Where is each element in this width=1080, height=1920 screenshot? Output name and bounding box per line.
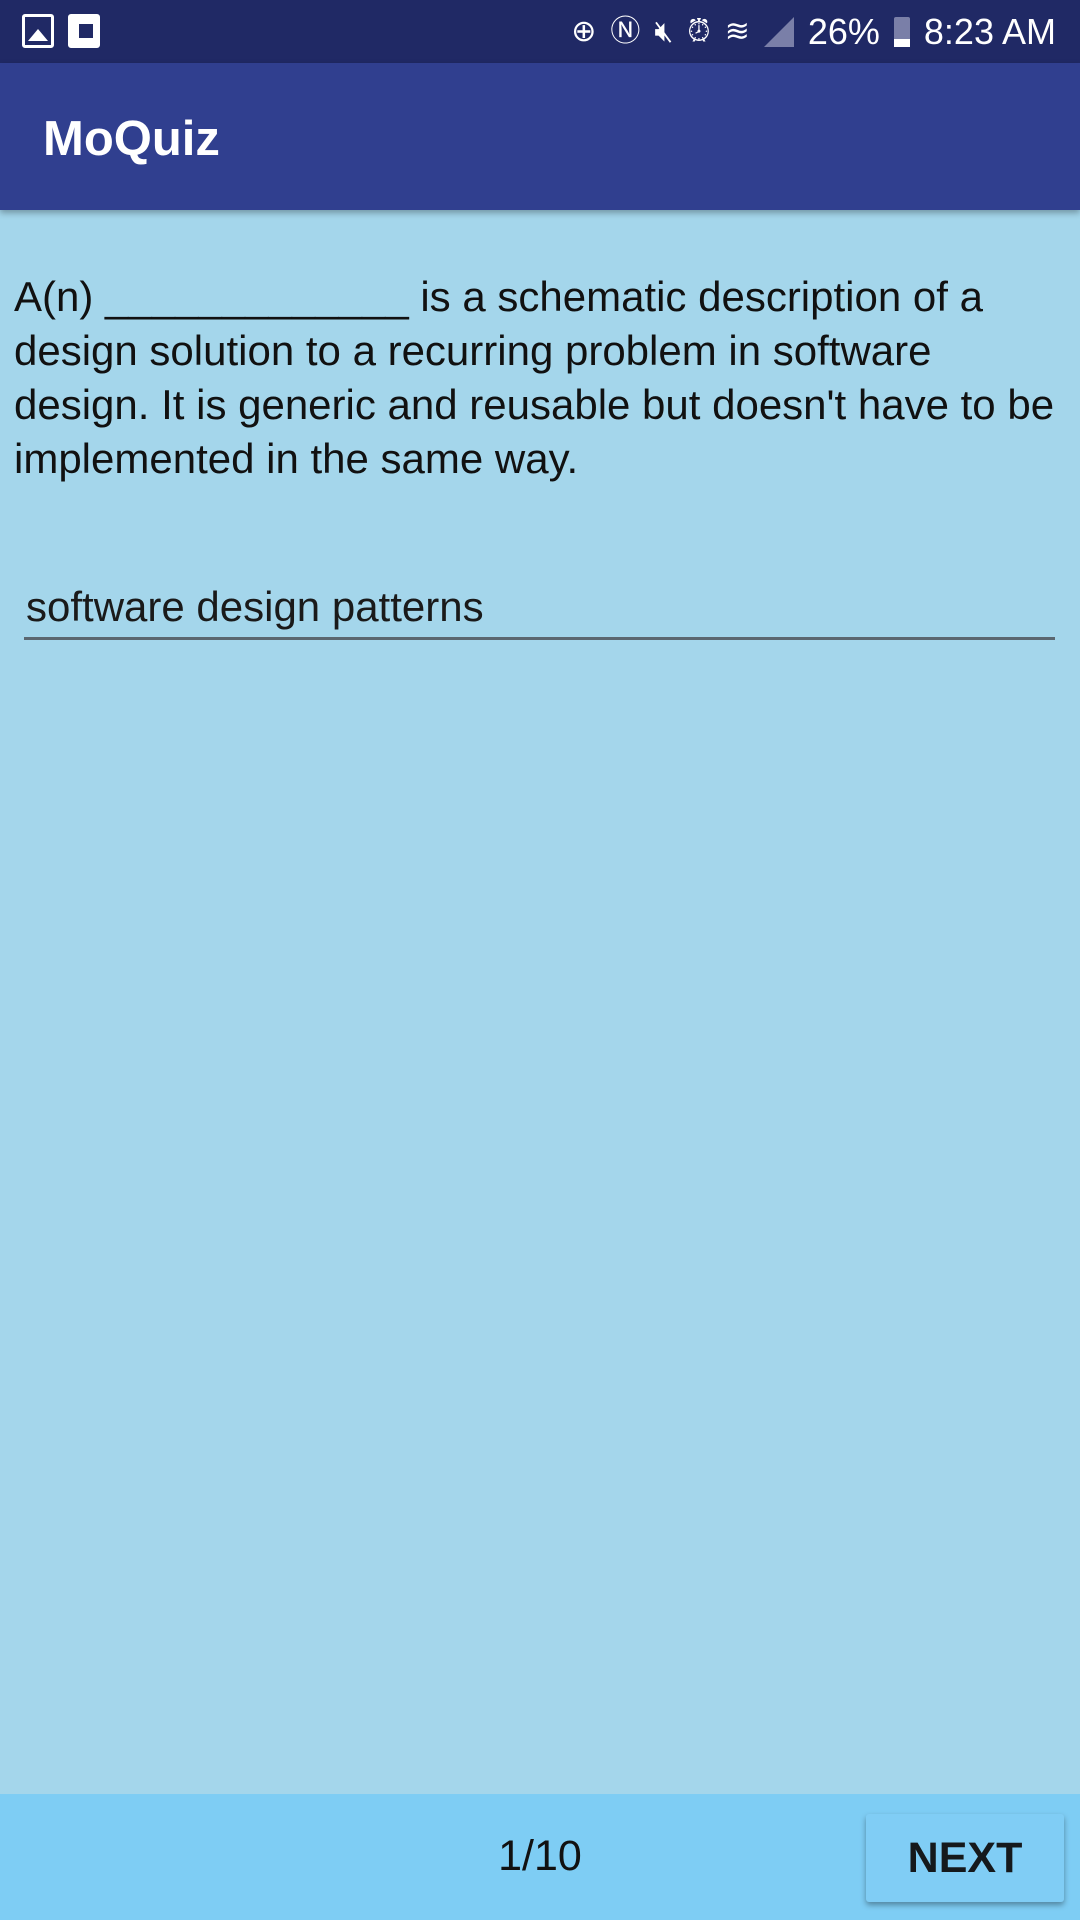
battery-icon (893, 17, 910, 47)
mute-icon: 🔇︎ (654, 15, 674, 48)
answer-input[interactable] (24, 576, 1055, 640)
gallery-icon (22, 14, 54, 48)
wifi-icon: ≋ (724, 15, 750, 48)
flipboard-icon (68, 14, 100, 48)
app-title: MoQuiz (43, 112, 220, 166)
next-button[interactable]: NEXT (866, 1814, 1064, 1902)
nfc-icon: Ⓝ (610, 15, 641, 48)
clock: 8:23 AM (923, 11, 1056, 52)
alarm-icon: ⏰︎ (687, 15, 711, 48)
data-saver-icon: ⊕ (571, 15, 597, 48)
battery-percent: 26% (807, 11, 880, 52)
question-text: A(n) _____________ is a schematic descri… (14, 273, 1055, 482)
status-bar: ⊕ Ⓝ 🔇︎ ⏰︎ ≋ 26% 8:23 AM (0, 0, 1080, 63)
bottom-bar: 1/10 NEXT (0, 1794, 1080, 1920)
signal-icon (763, 17, 794, 47)
app-bar: MoQuiz (0, 63, 1080, 210)
